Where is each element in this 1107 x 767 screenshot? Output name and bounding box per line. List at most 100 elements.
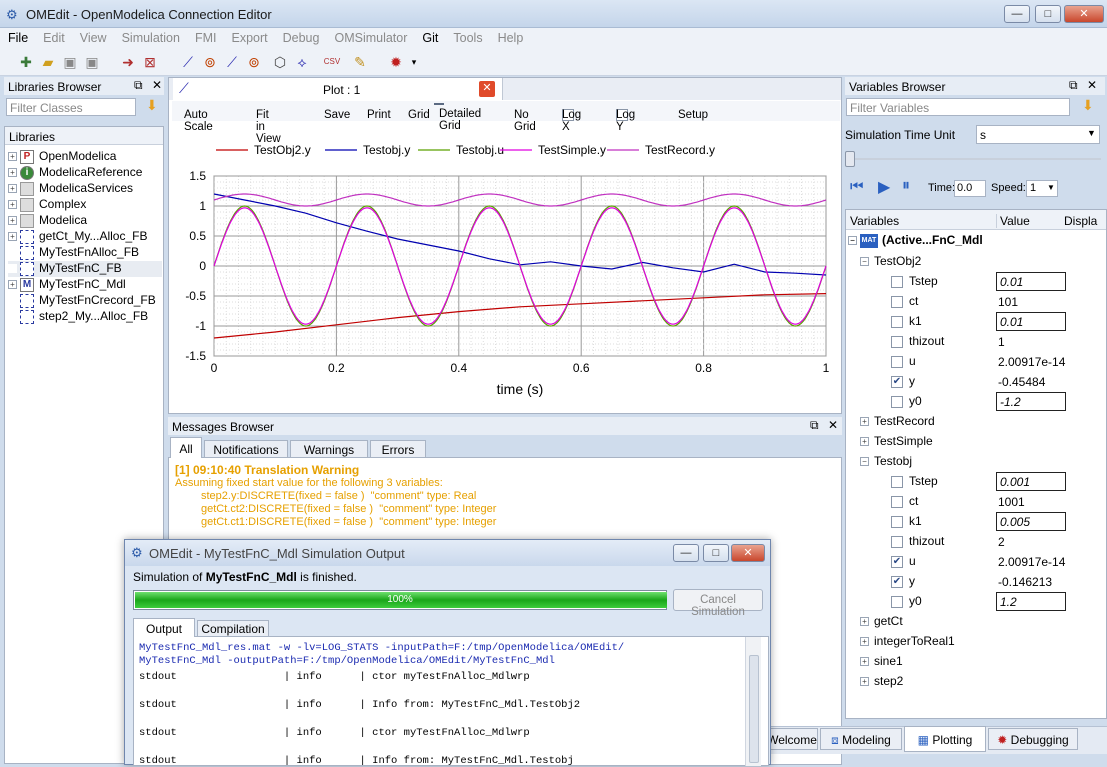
minimize-button[interactable]: —: [1004, 5, 1030, 23]
variable-checkbox[interactable]: [891, 355, 903, 368]
plot-tool-detailed-grid[interactable]: Detailed Grid: [434, 103, 481, 132]
animation-icon[interactable]: ⬡: [270, 52, 290, 72]
undock-icon[interactable]: ⧉: [1069, 78, 1078, 93]
plot-tab[interactable]: ⟋ Plot : 1 ✕: [173, 78, 503, 100]
collapse-icon[interactable]: −: [860, 257, 869, 267]
expand-icon[interactable]: [8, 296, 17, 306]
expand-icon[interactable]: +: [8, 168, 17, 178]
clear-plot-icon[interactable]: ✎: [350, 52, 370, 72]
legend-entry[interactable]: TestObj2.y: [254, 143, 311, 157]
diagram-window-icon[interactable]: ⟡: [292, 52, 312, 72]
variable-group[interactable]: + sine1: [860, 654, 903, 674]
legend-entry[interactable]: TestRecord.y: [645, 143, 715, 157]
expand-icon[interactable]: +: [8, 200, 17, 210]
library-item[interactable]: + Modelica: [8, 213, 87, 229]
variable-checkbox[interactable]: [891, 475, 903, 488]
variable-value-input[interactable]: 0.01: [996, 272, 1066, 291]
variable-checkbox[interactable]: ✔: [891, 555, 903, 568]
menu-export[interactable]: Export: [223, 28, 274, 45]
col-variables[interactable]: Variables: [850, 214, 899, 228]
library-item[interactable]: MyTestFnCrecord_FB: [8, 293, 156, 309]
sim-tab-compilation[interactable]: Compilation: [197, 620, 269, 637]
open-folder-icon[interactable]: ▰: [38, 52, 58, 72]
variable-checkbox[interactable]: [891, 395, 903, 408]
legend-entry[interactable]: TestSimple.y: [538, 143, 606, 157]
welcome-tab[interactable]: Welcome: [766, 728, 818, 750]
menu-debug[interactable]: Debug: [275, 28, 327, 45]
expand-icon[interactable]: +: [860, 677, 869, 687]
save-icon[interactable]: ▣: [60, 52, 80, 72]
menu-fmi[interactable]: FMI: [187, 28, 224, 45]
variable-checkbox[interactable]: ✔: [891, 375, 903, 388]
variable-group[interactable]: + getCt: [860, 614, 903, 634]
expand-icon[interactable]: +: [860, 437, 869, 447]
variable-value-input[interactable]: 1.2: [996, 592, 1066, 611]
variable-group[interactable]: + integerToReal1: [860, 634, 955, 654]
plot-icon[interactable]: ⟋: [178, 52, 198, 72]
library-item[interactable]: + M MyTestFnC_Mdl: [8, 277, 126, 293]
chevron-down-icon[interactable]: ▾: [404, 52, 424, 72]
close-panel-icon[interactable]: ✕: [152, 78, 162, 92]
close-icon[interactable]: ✕: [479, 81, 495, 97]
library-item[interactable]: + P OpenModelica: [8, 149, 116, 165]
variable-value-input[interactable]: 0.005: [996, 512, 1066, 531]
play-button[interactable]: ▶: [878, 177, 890, 197]
col-display[interactable]: Displa: [1064, 214, 1097, 228]
variable-checkbox[interactable]: [891, 535, 903, 548]
messages-tab-all[interactable]: All: [170, 437, 202, 458]
expand-icon[interactable]: +: [860, 417, 869, 427]
variable-group[interactable]: + step2: [860, 674, 903, 694]
expand-icon[interactable]: [8, 264, 17, 274]
library-item[interactable]: + i ModelicaReference: [8, 165, 142, 181]
library-item[interactable]: + getCt_My...Alloc_FB: [8, 229, 147, 245]
expand-icon[interactable]: +: [8, 216, 17, 226]
variable-checkbox[interactable]: [891, 315, 903, 328]
legend-entry[interactable]: Testobj.y: [363, 143, 410, 157]
undock-icon[interactable]: ⧉: [810, 418, 819, 433]
variable-checkbox[interactable]: [891, 275, 903, 288]
time-input[interactable]: 0.0: [954, 180, 986, 197]
debugging-tab[interactable]: ✹ Debugging: [988, 728, 1078, 750]
variable-checkbox[interactable]: [891, 335, 903, 348]
variable-value-input[interactable]: 0.001: [996, 472, 1066, 491]
variable-group[interactable]: − Testobj: [860, 454, 912, 474]
menu-file[interactable]: File: [0, 28, 35, 45]
menu-help[interactable]: Help: [490, 28, 531, 45]
library-item[interactable]: + ModelicaServices: [8, 181, 133, 197]
instantiate-icon[interactable]: ⊠: [140, 52, 160, 72]
export-csv-icon[interactable]: CSV: [322, 52, 342, 72]
undock-icon[interactable]: ⧉: [134, 78, 143, 93]
filter-variables-input[interactable]: Filter Variables: [846, 98, 1070, 116]
array-plot-icon[interactable]: ⟋: [222, 52, 242, 72]
messages-tab-notifications[interactable]: Notifications: [204, 440, 288, 458]
check-model-icon[interactable]: ➜: [118, 52, 138, 72]
expand-icon[interactable]: [8, 248, 17, 258]
menu-git[interactable]: Git: [414, 28, 445, 45]
library-item[interactable]: MyTestFnC_FB: [8, 261, 162, 277]
close-button[interactable]: ✕: [1064, 5, 1104, 23]
rewind-button[interactable]: ⏮: [850, 178, 864, 195]
debugger-icon[interactable]: ✹: [386, 52, 406, 72]
new-file-icon[interactable]: ✚: [16, 52, 36, 72]
legend-entry[interactable]: Testobj.u: [456, 143, 504, 157]
expand-icon[interactable]: +: [8, 232, 17, 242]
plotting-tab[interactable]: ▦ Plotting: [904, 726, 986, 752]
messages-tab-warnings[interactable]: Warnings: [290, 440, 368, 458]
collapse-icon[interactable]: −: [860, 457, 869, 467]
col-value[interactable]: Value: [1000, 214, 1030, 228]
expand-icon[interactable]: +: [8, 152, 17, 162]
time-unit-select[interactable]: s ▼: [976, 125, 1100, 144]
menu-simulation[interactable]: Simulation: [114, 28, 187, 45]
time-slider[interactable]: [845, 151, 1101, 167]
variable-group[interactable]: − TestObj2: [860, 254, 921, 274]
parametric-plot-icon[interactable]: ⊚: [200, 52, 220, 72]
variable-checkbox[interactable]: [891, 295, 903, 308]
variable-value-input[interactable]: 0.01: [996, 312, 1066, 331]
pause-button[interactable]: ⏸: [902, 177, 910, 195]
save-all-icon[interactable]: ▣: [82, 52, 102, 72]
filter-classes-input[interactable]: Filter Classes: [6, 98, 136, 116]
variable-group[interactable]: + TestRecord: [860, 414, 935, 434]
messages-tab-errors[interactable]: Errors: [370, 440, 426, 458]
filter-arrow-icon[interactable]: ⬇: [146, 97, 158, 114]
variable-checkbox[interactable]: [891, 595, 903, 608]
